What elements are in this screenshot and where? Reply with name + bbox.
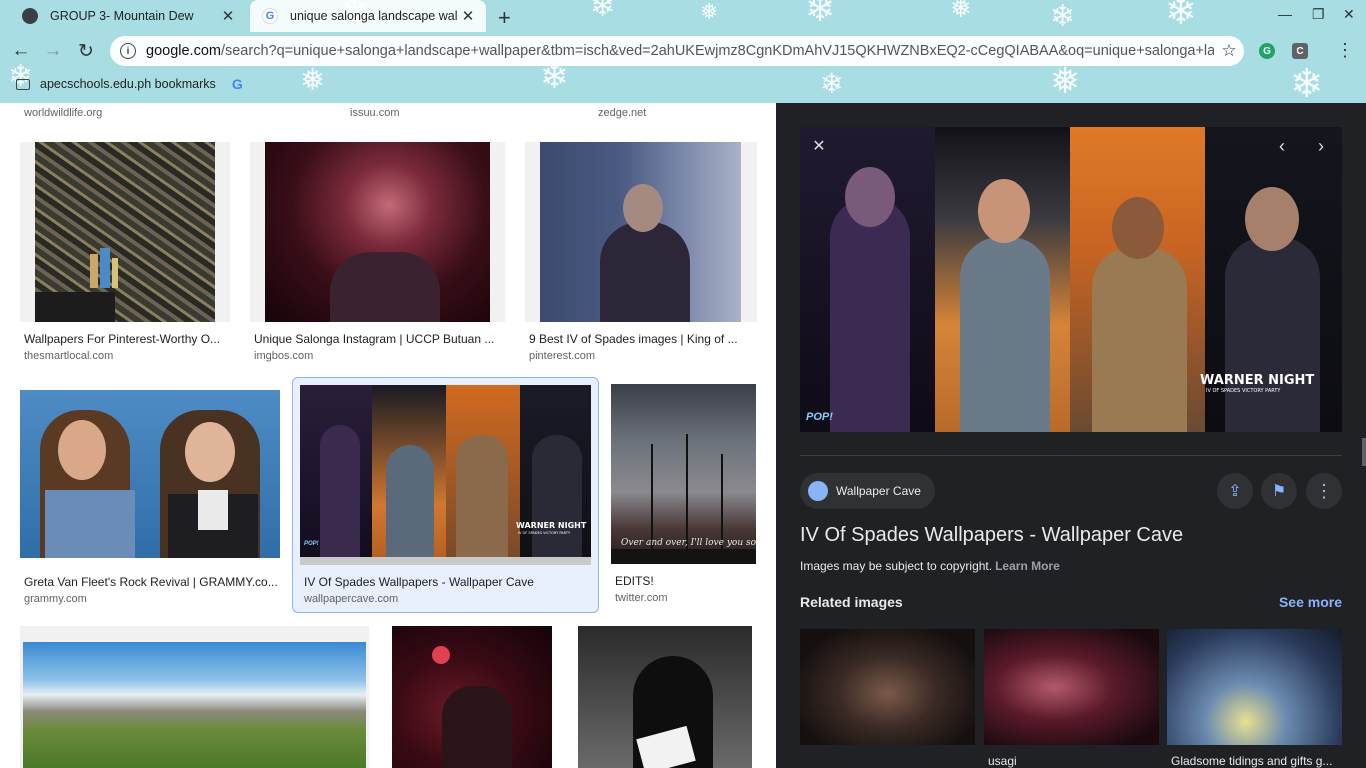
result-thumbnail[interactable] [250,142,505,322]
related-thumbnail[interactable] [1167,629,1342,745]
snowflake-decoration: ❄ [590,0,616,24]
close-tab-icon[interactable]: ✕ [218,7,238,25]
snowflake-decoration: ❄ [805,0,836,30]
image-result[interactable]: Unique Salonga Instagram | UCCP Butuan .… [250,142,505,367]
result-source[interactable]: twitter.com [615,592,668,604]
result-caption[interactable]: Greta Van Fleet's Rock Revival | GRAMMY.… [24,575,278,589]
result-thumbnail[interactable]: Over and over, I'll love you so tender [611,384,756,564]
result-caption[interactable]: Wallpapers For Pinterest-Worthy O... [24,332,224,346]
back-icon[interactable]: ← [10,40,32,62]
previous-image-icon[interactable]: ‹ [1269,133,1295,159]
share-icon[interactable]: ⇪ [1217,473,1253,509]
related-image[interactable] [800,629,975,754]
snowflake-decoration: ❄ [1050,0,1076,34]
bookmark-folder-apecschools[interactable]: apecschools.edu.ph bookmarks [40,77,216,91]
scrollbar[interactable] [1362,438,1366,466]
snowflake-decoration: ❅ [950,0,972,24]
result-source[interactable]: imgbos.com [254,350,313,362]
image-result[interactable]: Wallpapers For Pinterest-Worthy O... the… [20,142,230,367]
thumb-overlay-title: WARNER NIGHT [516,521,587,530]
result-caption[interactable]: IV Of Spades Wallpapers - Wallpaper Cave [304,575,594,589]
forward-icon[interactable]: → [42,40,64,62]
browser-toolbar: ← → ↻ i google.com/search?q=unique+salon… [0,32,1366,70]
preview-overlay-pop: POP! [806,411,833,423]
related-image[interactable]: usagi [984,629,1159,768]
more-options-icon[interactable]: ⋮ [1306,473,1342,509]
image-result[interactable] [392,626,552,768]
preview-image[interactable]: WARNER NIGHT IV OF SPADES VICTORY PARTY … [800,127,1342,432]
snowflake-decoration: ❄ [1165,0,1197,33]
tab-title: unique salonga landscape wallp [290,9,458,23]
image-result[interactable] [20,626,369,768]
learn-more-link[interactable]: Learn More [995,559,1060,573]
image-result-selected[interactable]: WARNER NIGHT IV OF SPADES VICTORY PARTY … [292,377,599,613]
preview-overlay-subtitle: IV OF SPADES VICTORY PARTY [1206,388,1281,394]
result-caption[interactable]: Unique Salonga Instagram | UCCP Butuan .… [254,332,500,346]
result-source[interactable]: zedge.net [598,107,646,119]
save-bookmark-icon[interactable]: ⚑ [1261,473,1297,509]
result-thumbnail[interactable] [20,142,230,322]
result-caption[interactable]: 9 Best IV of Spades images | King of ... [529,332,753,346]
preview-overlay-title: WARNER NIGHT [1200,373,1315,388]
result-source[interactable]: grammy.com [24,593,87,605]
result-thumbnail[interactable]: WARNER NIGHT IV OF SPADES VICTORY PARTY … [300,385,591,565]
close-preview-icon[interactable]: ✕ [806,133,832,159]
close-window-icon[interactable]: ✕ [1343,6,1355,23]
snowflake-decoration: ❅ [700,0,719,25]
bookmarks-bar: apecschools.edu.ph bookmarks G [0,72,1366,96]
image-preview-panel: WARNER NIGHT IV OF SPADES VICTORY PARTY … [776,103,1366,768]
related-thumbnail[interactable] [984,629,1159,745]
reload-icon[interactable]: ↻ [75,40,97,63]
result-thumbnail[interactable] [525,142,757,322]
result-source[interactable]: thesmartlocal.com [24,350,113,362]
tab-group3[interactable]: GROUP 3- Mountain Dew ✕ [10,0,246,32]
thumb-overlay-pop: POP! [304,541,319,547]
url-text[interactable]: google.com/search?q=unique+salonga+lands… [146,43,1214,59]
related-images-heading: Related images [800,594,903,610]
close-tab-icon[interactable]: ✕ [458,7,478,25]
folder-icon [16,78,30,90]
google-bookmark-icon[interactable]: G [232,76,243,92]
copyright-notice: Images may be subject to copyright. Learn… [800,559,1060,573]
globe-icon [22,8,38,24]
image-result[interactable]: 9 Best IV of Spades images | King of ...… [525,142,757,367]
result-source[interactable]: pinterest.com [529,350,595,362]
source-site-chip[interactable]: Wallpaper Cave [800,473,935,509]
next-image-icon[interactable]: › [1308,133,1334,159]
tab-google-search[interactable]: G unique salonga landscape wallp ✕ [250,0,486,32]
related-caption[interactable]: Gladsome tidings and gifts g... [1167,754,1339,768]
address-bar[interactable]: i google.com/search?q=unique+salonga+lan… [110,36,1244,66]
related-thumbnail[interactable] [800,629,975,745]
thumb-overlay-text: Over and over, I'll love you so tender [621,538,756,548]
globe-icon [808,481,828,501]
result-thumbnail[interactable] [23,642,366,768]
related-image[interactable]: Gladsome tidings and gifts g... [1167,629,1342,768]
result-caption[interactable]: EDITS! [615,574,755,588]
menu-dots-icon[interactable]: ⋮ [1334,40,1356,61]
result-source[interactable]: worldwildlife.org [24,107,102,119]
info-icon[interactable]: i [120,43,136,59]
bookmark-star-icon[interactable]: ☆ [1214,41,1244,61]
grammarly-icon[interactable]: G [1259,43,1275,59]
tab-title: GROUP 3- Mountain Dew [50,9,194,23]
minimize-icon[interactable]: — [1278,6,1292,22]
google-icon: G [262,8,278,24]
result-source[interactable]: issuu.com [350,107,400,119]
preview-title[interactable]: IV Of Spades Wallpapers - Wallpaper Cave [800,524,1183,547]
browser-chrome: ❄ ❄ ❅ ❄ ❅ ❄ ❄ ❄ ❄ ❅ ❄ ❅ ❄ GROUP 3- Mount… [0,0,1366,103]
divider [800,455,1342,456]
new-tab-button[interactable]: + [498,5,511,31]
result-source[interactable]: wallpapercave.com [304,593,398,605]
image-result[interactable]: Greta Van Fleet's Rock Revival | GRAMMY.… [20,390,282,610]
result-thumbnail[interactable] [20,390,280,558]
restore-icon[interactable]: ❐ [1312,6,1325,23]
extension-c-icon[interactable]: C [1292,43,1308,59]
related-caption[interactable]: usagi [984,754,1156,768]
thumb-overlay-subtitle: IV OF SPADES VICTORY PARTY [518,531,571,535]
image-result[interactable]: Over and over, I'll love you so tender E… [611,384,757,610]
see-more-link[interactable]: See more [1279,594,1342,610]
image-results-grid: worldwildlife.org issuu.com zedge.net Wa… [0,103,776,768]
image-result[interactable] [578,626,752,768]
site-name: Wallpaper Cave [836,484,921,498]
